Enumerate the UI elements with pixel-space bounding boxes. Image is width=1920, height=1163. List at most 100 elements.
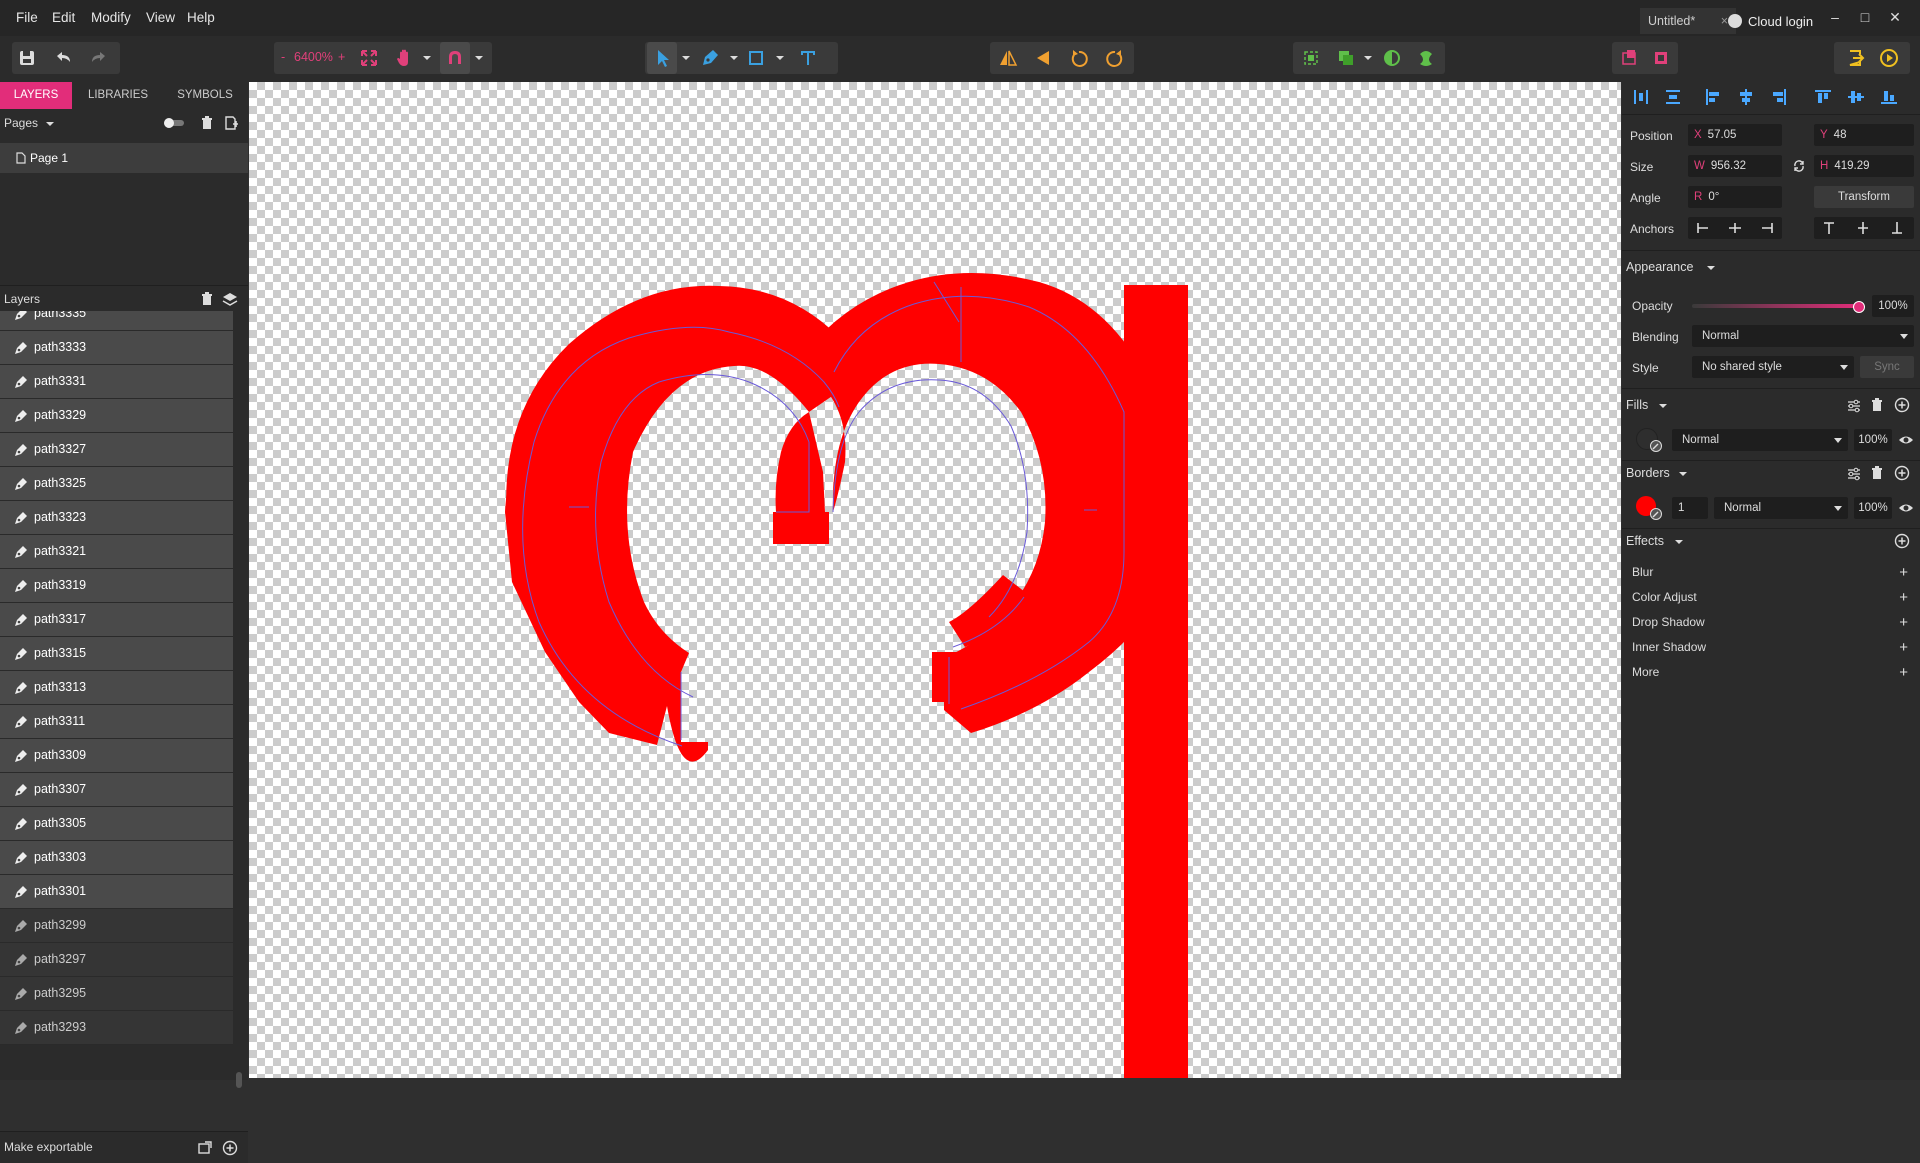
save-button[interactable] [12,42,42,74]
text-tool-button[interactable] [793,42,823,74]
layer-item[interactable]: path3333 [0,331,233,365]
layer-item[interactable]: path3297 [0,943,233,977]
menu-file[interactable]: File [16,0,38,36]
borders-header[interactable]: Borders [1626,466,1670,480]
path-operations-button[interactable] [1411,42,1441,74]
zoom-level[interactable]: 6400% [294,50,333,64]
anchor-middle-icon[interactable] [1856,221,1870,235]
layer-item[interactable]: path3331 [0,365,233,399]
export-slice-icon[interactable] [198,1141,212,1155]
fill-blend-select[interactable]: Normal [1672,429,1848,451]
add-page-icon[interactable] [224,116,238,130]
anchor-center-icon[interactable] [1728,222,1742,234]
layer-item[interactable]: path3305 [0,807,233,841]
opacity-slider-handle[interactable] [1853,301,1865,313]
shared-style-select[interactable]: No shared style [1692,356,1854,378]
align-center-horizontal-icon[interactable] [1737,88,1755,106]
trash-icon[interactable] [200,116,214,130]
menu-edit[interactable]: Edit [52,0,75,36]
menu-help[interactable]: Help [187,0,215,36]
flip-vertical-button[interactable] [1028,42,1058,74]
menu-modify[interactable]: Modify [91,0,131,36]
align-bottom-icon[interactable] [1880,88,1898,106]
add-effect-plus-icon[interactable]: + [1899,660,1908,685]
add-effect-icon[interactable] [1894,533,1910,549]
distribute-horizontal-icon[interactable] [1632,88,1650,106]
chevron-down-icon[interactable] [45,120,55,128]
chevron-down-icon[interactable] [1363,54,1373,62]
opacity-slider[interactable] [1692,301,1865,313]
eyedropper-icon[interactable] [1650,440,1662,452]
effect-item[interactable]: Drop Shadow + [1622,610,1920,635]
layer-item[interactable]: path3315 [0,637,233,671]
layer-item[interactable]: path3313 [0,671,233,705]
rotate-left-button[interactable] [1064,42,1094,74]
trash-icon[interactable] [1870,398,1884,412]
rotate-right-button[interactable] [1100,42,1130,74]
align-top-icon[interactable] [1814,88,1832,106]
anchor-top-icon[interactable] [1822,221,1836,235]
layer-item[interactable]: path3327 [0,433,233,467]
fill-opacity-field[interactable]: 100% [1854,429,1892,451]
zoom-in-button[interactable]: + [338,50,345,64]
layer-list-scrollbar[interactable] [236,1072,242,1088]
add-effect-plus-icon[interactable]: + [1899,635,1908,660]
layer-item[interactable]: path3299 [0,909,233,943]
chevron-down-icon[interactable] [729,54,739,62]
trash-icon[interactable] [200,292,214,306]
border-settings-icon[interactable] [1846,466,1862,482]
layer-item[interactable]: path3321 [0,535,233,569]
layer-item[interactable]: path3335 [0,311,233,331]
layer-item[interactable]: path3303 [0,841,233,875]
angle-field[interactable]: R 0° [1688,186,1782,208]
cloud-login-button[interactable]: Cloud login [1728,11,1813,33]
export-button[interactable] [1840,42,1870,74]
flip-horizontal-button[interactable] [993,42,1023,74]
add-effect-plus-icon[interactable]: + [1899,610,1908,635]
maximize-button[interactable]: □ [1854,6,1876,28]
page-visibility-toggle[interactable] [164,118,184,128]
minimize-button[interactable]: – [1824,6,1846,28]
preview-button[interactable] [1874,42,1904,74]
shape-tool-button[interactable] [741,42,771,74]
make-exportable-label[interactable]: Make exportable [4,1132,93,1163]
group-button[interactable] [1296,42,1326,74]
sync-button[interactable]: Sync [1860,356,1914,378]
appearance-header[interactable]: Appearance [1626,260,1693,274]
border-opacity-field[interactable]: 100% [1854,497,1892,519]
size-height-field[interactable]: H 419.29 [1814,155,1914,177]
add-fill-icon[interactable] [1894,397,1910,413]
anchor-bottom-icon[interactable] [1890,221,1904,235]
zoom-out-button[interactable]: - [281,50,285,64]
undo-button[interactable] [48,42,78,74]
layer-item[interactable]: path3311 [0,705,233,739]
snap-button[interactable] [440,42,470,74]
pen-tool-button[interactable] [695,42,725,74]
distribute-vertical-icon[interactable] [1664,88,1682,106]
add-effect-plus-icon[interactable]: + [1899,585,1908,610]
align-middle-vertical-icon[interactable] [1847,88,1865,106]
size-width-field[interactable]: W 956.32 [1688,155,1782,177]
trash-icon[interactable] [1870,466,1884,480]
detach-symbol-button[interactable] [1646,42,1676,74]
eyedropper-icon[interactable] [1650,508,1662,520]
position-y-field[interactable]: Y 48 [1814,124,1914,146]
effect-item[interactable]: Color Adjust + [1622,585,1920,610]
add-effect-plus-icon[interactable]: + [1899,560,1908,585]
canvas[interactable] [249,82,1621,1078]
opacity-value-field[interactable]: 100% [1872,295,1914,317]
fill-settings-icon[interactable] [1846,398,1862,414]
align-left-icon[interactable] [1704,88,1722,106]
position-x-field[interactable]: X 57.05 [1688,124,1782,146]
select-tool-button[interactable] [647,42,677,74]
anchor-right-icon[interactable] [1760,222,1774,234]
eye-icon[interactable] [1898,501,1914,515]
lock-ratio-icon[interactable] [1792,159,1806,173]
chevron-down-icon[interactable] [422,54,432,62]
chevron-down-icon[interactable] [1658,402,1668,410]
document-tab[interactable]: Untitled* × [1640,8,1736,34]
chevron-down-icon[interactable] [681,54,691,62]
artwork[interactable] [249,82,1621,1078]
layer-item[interactable]: path3317 [0,603,233,637]
fit-screen-button[interactable] [354,42,384,74]
